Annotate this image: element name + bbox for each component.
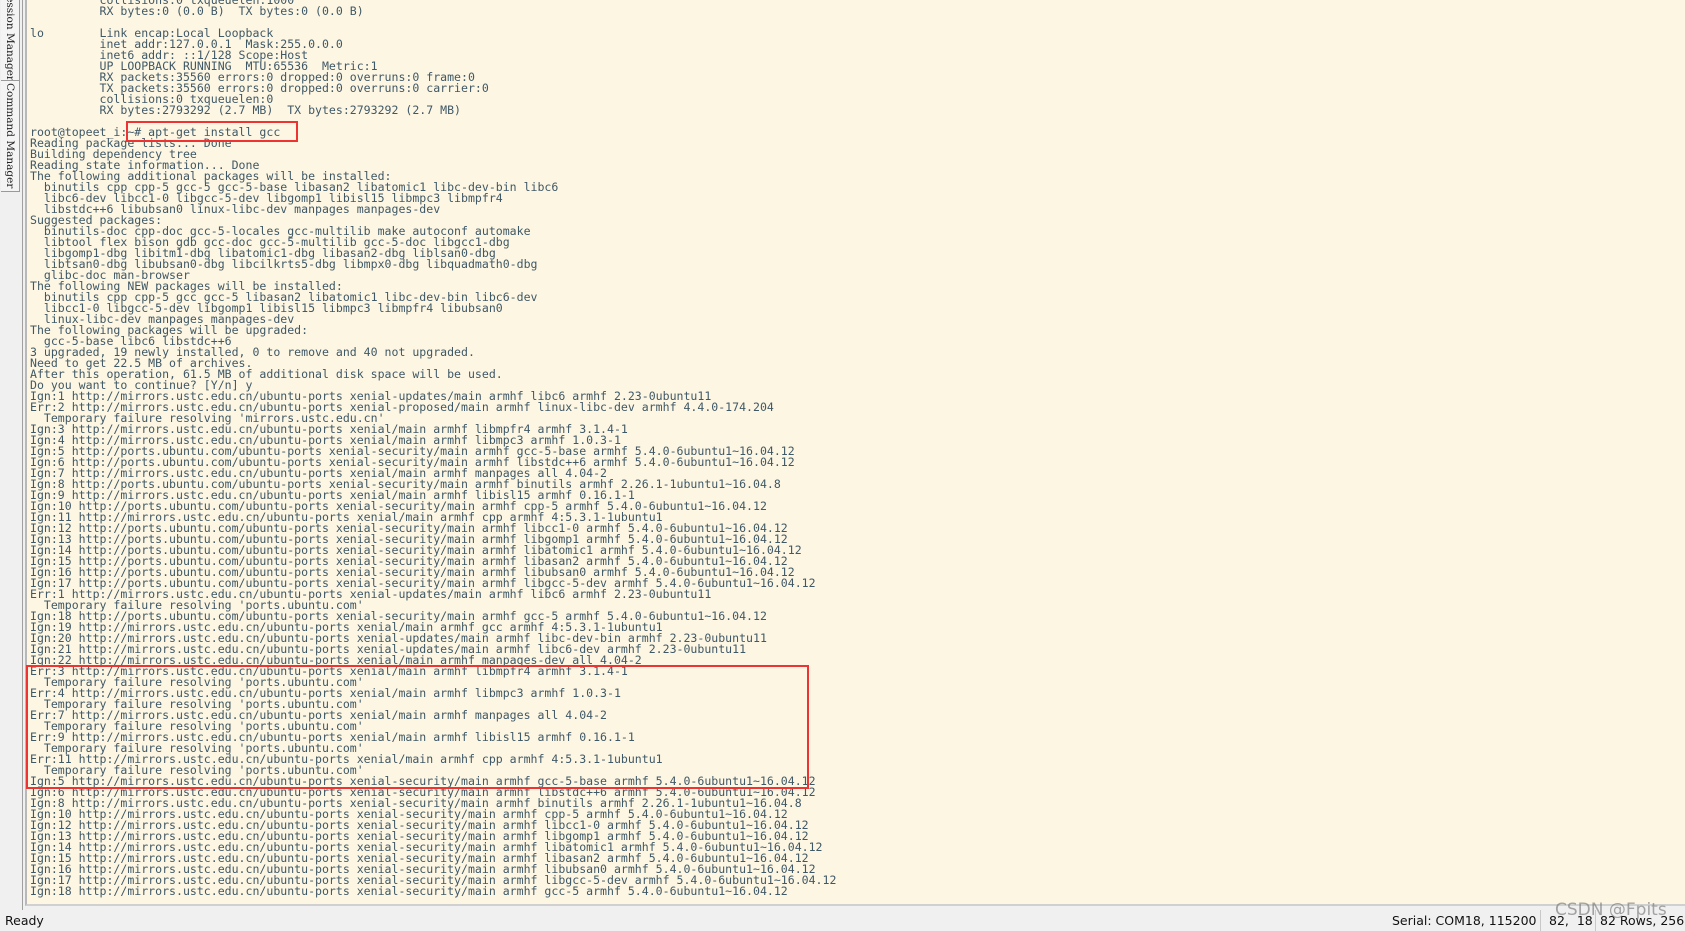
terminal-output: collisions:0 txqueuelen:1000 RX bytes:0 … [30, 0, 836, 897]
status-bar: Ready Serial: COM18, 115200 82, 18 82 Ro… [0, 910, 1685, 931]
tab-session-manager[interactable]: Session Manager [1, 0, 20, 82]
status-text: Ready [5, 913, 44, 928]
tab-label: Command Manager [4, 83, 16, 189]
sidebar-tabs: Session Manager Command Manager [0, 0, 23, 910]
connection-info: Serial: COM18, 115200 [1392, 913, 1537, 928]
terminal-line: Ign:18 http://mirrors.ustc.edu.cn/ubuntu… [30, 884, 788, 898]
status-divider [1540, 910, 1541, 931]
tab-command-manager[interactable]: Command Manager [1, 80, 20, 192]
terminal-line: RX bytes:2793292 (2.7 MB) TX bytes:27932… [30, 103, 462, 117]
watermark: CSDN @Fpits [1555, 900, 1667, 920]
terminal-view[interactable]: collisions:0 txqueuelen:1000 RX bytes:0 … [25, 0, 1685, 906]
tab-label: Session Manager [4, 0, 16, 81]
terminal-line: RX bytes:0 (0.0 B) TX bytes:0 (0.0 B) [30, 4, 364, 18]
